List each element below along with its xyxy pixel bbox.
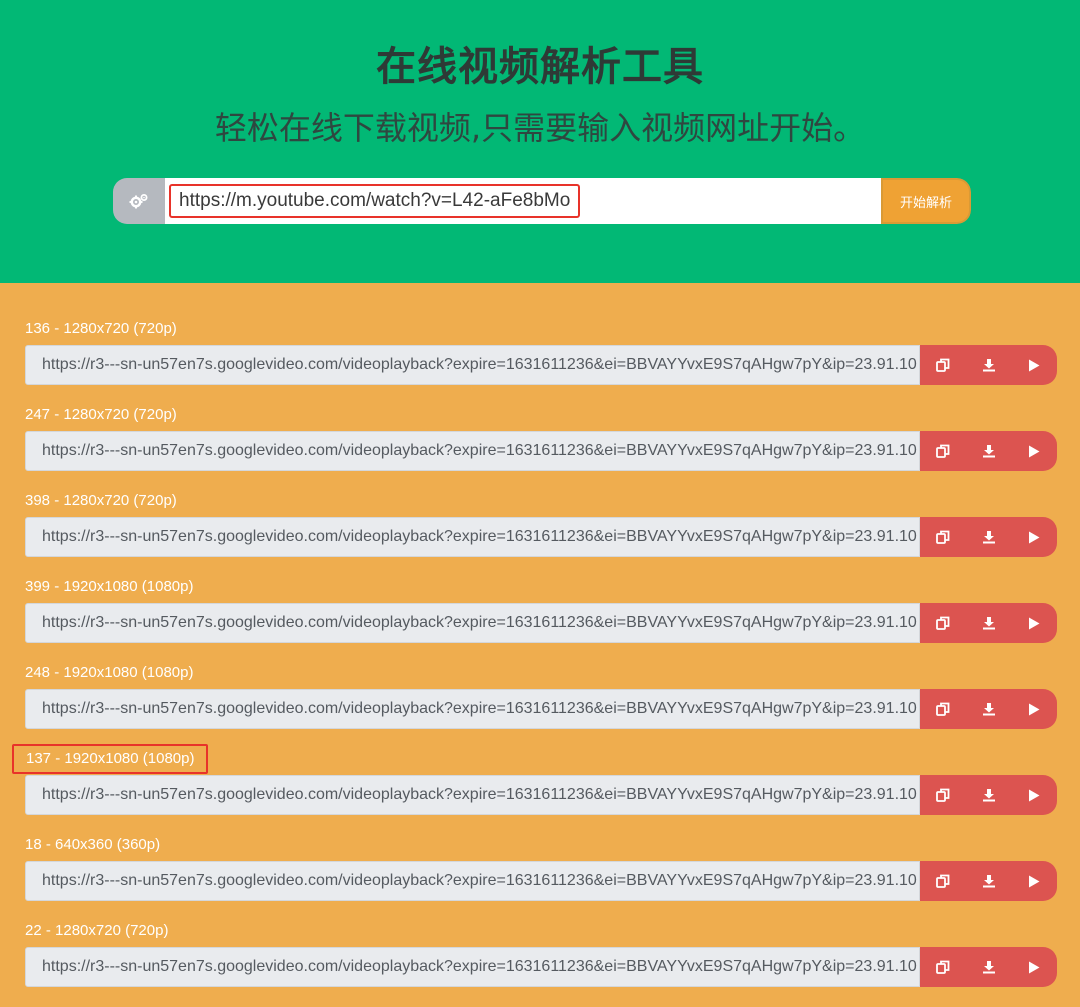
video-url-field[interactable]: https://r3---sn-un57en7s.googlevideo.com… [25,431,920,471]
video-url-text: https://r3---sn-un57en7s.googlevideo.com… [42,958,917,975]
play-icon [1028,531,1040,544]
video-url-text: https://r3---sn-un57en7s.googlevideo.com… [42,700,917,717]
format-label: 398 - 1280x720 (720p) [25,492,177,509]
play-button[interactable] [1011,517,1057,557]
download-icon [982,616,996,630]
video-url-text: https://r3---sn-un57en7s.googlevideo.com… [42,614,917,631]
play-button[interactable] [1011,775,1057,815]
download-button[interactable] [966,345,1012,385]
download-icon [982,358,996,372]
play-button[interactable] [1011,947,1057,987]
play-button[interactable] [1011,345,1057,385]
copy-button[interactable] [920,947,966,987]
play-button[interactable] [1011,603,1057,643]
play-button[interactable] [1011,431,1057,471]
format-label: 136 - 1280x720 (720p) [25,320,177,337]
download-icon [982,702,996,716]
row-actions [920,603,1057,643]
video-url-field[interactable]: https://r3---sn-un57en7s.googlevideo.com… [25,603,920,643]
format-label-highlighted: 137 - 1920x1080 (1080p) [12,744,209,774]
copy-icon [935,444,950,458]
copy-button[interactable] [920,861,966,901]
play-icon [1028,617,1040,630]
download-button[interactable] [966,775,1012,815]
row-actions [920,861,1057,901]
copy-icon [935,788,950,802]
search-addon[interactable] [113,178,165,224]
download-icon [982,788,996,802]
format-label: 247 - 1280x720 (720p) [25,406,177,423]
copy-icon [935,616,950,630]
video-url-field[interactable]: https://r3---sn-un57en7s.googlevideo.com… [25,689,920,729]
copy-button[interactable] [920,603,966,643]
copy-button[interactable] [920,431,966,471]
play-icon [1028,961,1040,974]
video-url-text: https://r3---sn-un57en7s.googlevideo.com… [42,872,917,889]
format-label: 248 - 1920x1080 (1080p) [25,664,194,681]
download-icon [982,444,996,458]
download-button[interactable] [966,947,1012,987]
play-icon [1028,703,1040,716]
download-button[interactable] [966,603,1012,643]
play-icon [1028,359,1040,372]
download-button[interactable] [966,689,1012,729]
video-url-text: https://r3---sn-un57en7s.googlevideo.com… [42,528,917,545]
gears-icon [129,193,149,209]
row-actions [920,947,1057,987]
format-label: 22 - 1280x720 (720p) [25,922,169,939]
url-input[interactable]: https://m.youtube.com/watch?v=L42-aFe8bM… [165,178,881,224]
video-url-text: https://r3---sn-un57en7s.googlevideo.com… [42,356,917,373]
search-bar: https://m.youtube.com/watch?v=L42-aFe8bM… [113,178,971,224]
format-label: 399 - 1920x1080 (1080p) [25,578,194,595]
play-icon [1028,789,1040,802]
copy-button[interactable] [920,345,966,385]
page-subtitle: 轻松在线下载视频,只需要输入视频网址开始。 [214,109,866,147]
video-url-field[interactable]: https://r3---sn-un57en7s.googlevideo.com… [25,947,920,987]
download-icon [982,960,996,974]
video-url-field[interactable]: https://r3---sn-un57en7s.googlevideo.com… [25,345,920,385]
copy-icon [935,530,950,544]
play-button[interactable] [1011,861,1057,901]
row-actions [920,517,1057,557]
copy-button[interactable] [920,517,966,557]
copy-icon [935,358,950,372]
row-actions [920,689,1057,729]
copy-icon [935,874,950,888]
row-actions [920,431,1057,471]
play-button[interactable] [1011,689,1057,729]
copy-button[interactable] [920,689,966,729]
download-icon [982,530,996,544]
video-url-field[interactable]: https://r3---sn-un57en7s.googlevideo.com… [25,517,920,557]
copy-icon [935,960,950,974]
row-actions [920,345,1057,385]
download-button[interactable] [966,517,1012,557]
page-title: 在线视频解析工具 [376,44,704,90]
video-url-field[interactable]: https://r3---sn-un57en7s.googlevideo.com… [25,861,920,901]
play-icon [1028,445,1040,458]
download-button[interactable] [966,861,1012,901]
format-label: 18 - 640x360 (360p) [25,836,161,853]
copy-button[interactable] [920,775,966,815]
parse-button[interactable]: 开始解析 [881,178,971,224]
url-input-value[interactable]: https://m.youtube.com/watch?v=L42-aFe8bM… [169,184,581,218]
download-button[interactable] [966,431,1012,471]
video-url-text: https://r3---sn-un57en7s.googlevideo.com… [42,442,917,459]
video-url-field[interactable]: https://r3---sn-un57en7s.googlevideo.com… [25,775,920,815]
download-icon [982,874,996,888]
play-icon [1028,875,1040,888]
header-section: 在线视频解析工具 轻松在线下载视频,只需要输入视频网址开始。 https://m… [0,0,1080,283]
row-actions [920,775,1057,815]
video-url-text: https://r3---sn-un57en7s.googlevideo.com… [42,786,917,803]
copy-icon [935,702,950,716]
